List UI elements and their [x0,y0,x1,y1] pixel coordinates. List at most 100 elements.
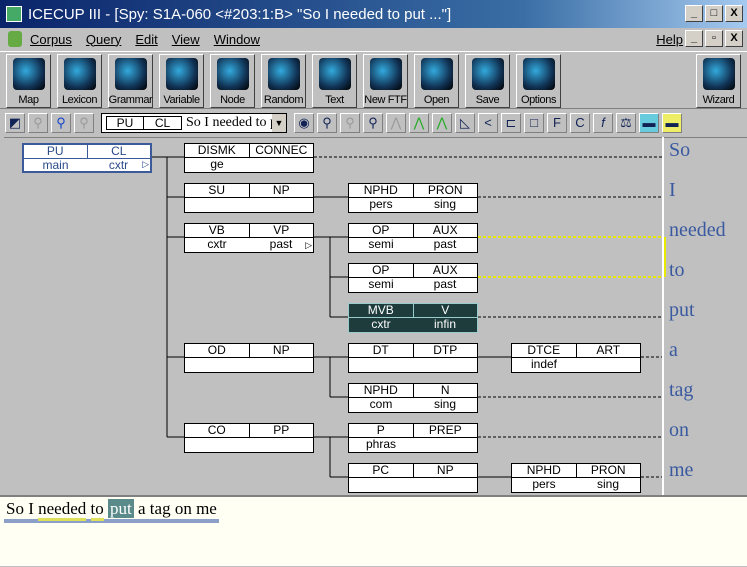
node-function: DTCE [512,344,577,357]
node-feature: main [42,158,69,172]
node-feature: cxtr [207,237,227,251]
node-function: OD [185,344,250,357]
node-function: SU [185,184,250,197]
node-category: CL [111,144,127,158]
node-function: OP [349,224,414,237]
expand-arrow-icon[interactable]: ▷ [142,159,149,170]
word-needed[interactable]: needed [669,219,726,242]
word-on[interactable]: on [669,419,689,442]
tree-node-co[interactable]: CO PP [184,423,314,453]
word-put[interactable]: put [669,299,695,322]
word-tag[interactable]: tag [669,379,693,402]
node-function: OP [349,264,414,277]
node-category: NP [272,343,290,357]
tree-node-od[interactable]: OD NP [184,343,314,373]
node-feature: indef [530,357,558,371]
node-function: CO [185,424,250,437]
node-feature: pers [532,477,556,491]
node-feature: ge [210,157,224,171]
node-feature: cxtr [108,158,129,172]
tree-node-nphd[interactable]: NPHD PRON pers sing [348,183,478,213]
node-feature [413,478,477,492]
sentence-word[interactable]: So [6,499,24,518]
tree-view: DISMK CONNEC ge NPHD PRON pers sing SU NP OP AUX se… [4,137,747,495]
node-category: CONNEC [255,143,308,157]
node-category: N [440,383,450,397]
node-feature: pers [369,197,393,211]
node-feature: com [369,397,393,411]
tree-node-dt[interactable]: DT DTP [348,343,478,373]
node-feature: semi [368,237,394,251]
tree-node-mvb[interactable]: MVB Vcxtr infin [348,303,478,333]
node-category: NP [436,463,454,477]
node-feature: sing [433,397,456,411]
node-feature: past [269,237,293,251]
tree-node-vb[interactable]: VB VP cxtr past ▷ [184,223,314,253]
word-a[interactable]: a [669,339,678,362]
tree-node-op[interactable]: OP AUX semi past [348,263,478,293]
word-me[interactable]: me [669,459,693,482]
node-category: PP [273,423,290,437]
node-feature [249,438,313,452]
sentence-word[interactable]: tag [150,499,171,518]
tree-node-pc[interactable]: PC NP [348,463,478,493]
node-category: PRON [590,463,626,477]
node-category: V [441,303,450,317]
node-feature [185,198,249,212]
node-feature: sing [433,197,456,211]
sentence-word[interactable]: put [108,499,134,518]
tree-node-dtce[interactable]: DTCE ART indef [511,343,641,373]
sentence: So I needed to put a tag on me [4,499,219,523]
node-category: VP [273,223,290,237]
node-category: ART [596,343,621,357]
sentence-word[interactable]: me [196,499,217,518]
node-category: DTP [433,343,458,357]
node-feature [349,478,413,492]
node-feature [413,438,477,452]
node-feature [576,358,640,372]
node-feature [185,358,249,372]
tree-node-su[interactable]: SU NP [184,183,314,213]
sentence-word[interactable]: a [138,499,146,518]
expand-arrow-icon[interactable]: ▷ [305,240,312,251]
node-category: PREP [428,423,462,437]
node-feature: past [433,277,457,291]
node-feature [249,358,313,372]
tree-node-nphd[interactable]: NPHD PRON pers sing [511,463,641,493]
node-feature [413,358,477,372]
node-function: P [349,424,414,437]
node-category: PRON [427,183,463,197]
node-category: AUX [432,263,458,277]
node-feature: cxtr [371,317,391,331]
word-I[interactable]: I [669,179,676,202]
sentence-word[interactable]: needed [38,499,87,521]
node-function: NPHD [349,184,414,197]
node-category: NP [272,183,290,197]
tree-node-op[interactable]: OP AUX semi past [348,223,478,253]
tree-node-nphd[interactable]: NPHD Ncom sing [348,383,478,413]
node-function: PU [24,145,88,158]
node-function: DISMK [185,144,250,157]
sentence-pane: So I needed to put a tag on me [0,495,747,566]
node-category: AUX [432,223,458,237]
tree-node-p[interactable]: P PREP phras [348,423,478,453]
node-feature: past [433,237,457,251]
sentence-word[interactable]: on [175,499,192,518]
tree-node-pu[interactable]: PU CL main cxtr ▷ [22,143,152,173]
node-function: PC [349,464,414,477]
node-feature [249,198,313,212]
node-feature: phras [365,437,397,451]
node-function: NPHD [349,384,414,397]
node-function: NPHD [512,464,577,477]
node-feature: infin [433,317,456,331]
node-feature: sing [596,477,619,491]
word-column: So Ineeded to put a tag on me [662,137,747,495]
word-So[interactable]: So [669,139,690,162]
tree-node-dismk[interactable]: DISMK CONNEC ge [184,143,314,173]
node-feature: semi [368,277,394,291]
sentence-word[interactable]: to [90,499,104,521]
node-feature [185,438,249,452]
word-to[interactable]: to [669,259,685,282]
sentence-word[interactable]: I [28,499,34,518]
node-feature [249,158,313,172]
